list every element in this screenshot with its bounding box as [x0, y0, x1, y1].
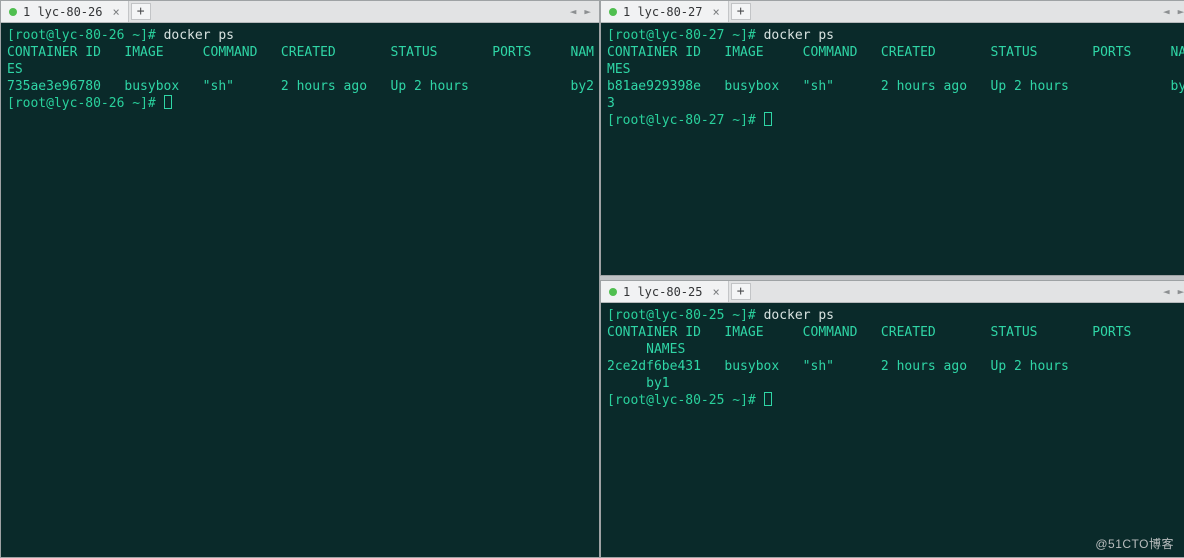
docker-ps-row-wrap: by1 [607, 376, 670, 391]
docker-ps-row: b81ae929398e busybox "sh" 2 hours ago Up… [607, 79, 1184, 94]
prompt-user: [root@lyc-80-27 ~]# [607, 113, 756, 128]
status-dot-icon [609, 288, 617, 296]
tab-title: 1 lyc-80-27 [623, 5, 702, 19]
right-column: 1 lyc-80-27 × + ◄ ► [root@lyc-80-27 ~]# … [600, 0, 1184, 558]
prompt-user: [root@lyc-80-25 ~]# [607, 393, 756, 408]
watermark: @51CTO博客 [1095, 535, 1174, 552]
pane-lyc-80-25: 1 lyc-80-25 × + ◄ ► [root@lyc-80-25 ~]# … [600, 280, 1184, 558]
command-text: docker ps [164, 28, 234, 43]
close-icon[interactable]: × [712, 5, 719, 19]
tab-nav: ◄ ► [1155, 281, 1184, 302]
nav-prev-icon[interactable]: ◄ [1163, 5, 1170, 18]
docker-ps-header-wrap: ES [7, 62, 23, 77]
pane-lyc-80-27: 1 lyc-80-27 × + ◄ ► [root@lyc-80-27 ~]# … [600, 0, 1184, 276]
tab-bar: 1 lyc-80-26 × + ◄ ► [1, 1, 599, 23]
nav-next-icon[interactable]: ► [1178, 285, 1184, 298]
close-icon[interactable]: × [112, 5, 119, 19]
docker-ps-row-wrap: 3 [607, 96, 615, 111]
close-icon[interactable]: × [712, 285, 719, 299]
terminal-lyc-80-27[interactable]: [root@lyc-80-27 ~]# docker ps CONTAINER … [601, 23, 1184, 275]
add-tab-button[interactable]: + [131, 3, 151, 20]
cursor-icon [164, 95, 172, 109]
docker-ps-header: CONTAINER ID IMAGE COMMAND CREATED STATU… [607, 45, 1184, 60]
tab-bar: 1 lyc-80-25 × + ◄ ► [601, 281, 1184, 303]
nav-prev-icon[interactable]: ◄ [1163, 285, 1170, 298]
nav-next-icon[interactable]: ► [1178, 5, 1184, 18]
tab-title: 1 lyc-80-25 [623, 285, 702, 299]
left-column: 1 lyc-80-26 × + ◄ ► [root@lyc-80-26 ~]# … [0, 0, 600, 558]
prompt-user: [root@lyc-80-25 ~]# [607, 308, 756, 323]
terminal-lyc-80-25[interactable]: [root@lyc-80-25 ~]# docker ps CONTAINER … [601, 303, 1184, 557]
prompt-user: [root@lyc-80-26 ~]# [7, 96, 156, 111]
docker-ps-header: CONTAINER ID IMAGE COMMAND CREATED STATU… [7, 45, 594, 60]
cursor-icon [764, 112, 772, 126]
command-text: docker ps [764, 308, 834, 323]
tab-lyc-80-26[interactable]: 1 lyc-80-26 × [1, 1, 129, 22]
add-tab-button[interactable]: + [731, 3, 751, 20]
prompt-user: [root@lyc-80-27 ~]# [607, 28, 756, 43]
command-text: docker ps [764, 28, 834, 43]
plus-icon: + [737, 4, 745, 19]
cursor-icon [764, 392, 772, 406]
nav-prev-icon[interactable]: ◄ [570, 5, 577, 18]
docker-ps-header: CONTAINER ID IMAGE COMMAND CREATED STATU… [607, 325, 1131, 340]
prompt-user: [root@lyc-80-26 ~]# [7, 28, 156, 43]
status-dot-icon [609, 8, 617, 16]
plus-icon: + [137, 4, 145, 19]
status-dot-icon [9, 8, 17, 16]
docker-ps-header-wrap: NAMES [607, 342, 685, 357]
plus-icon: + [737, 284, 745, 299]
docker-ps-header-wrap: MES [607, 62, 630, 77]
docker-ps-row: 2ce2df6be431 busybox "sh" 2 hours ago Up… [607, 359, 1069, 374]
terminal-lyc-80-26[interactable]: [root@lyc-80-26 ~]# docker ps CONTAINER … [1, 23, 599, 557]
tab-bar: 1 lyc-80-27 × + ◄ ► [601, 1, 1184, 23]
workspace: 1 lyc-80-26 × + ◄ ► [root@lyc-80-26 ~]# … [0, 0, 1184, 558]
tab-title: 1 lyc-80-26 [23, 5, 102, 19]
pane-lyc-80-26: 1 lyc-80-26 × + ◄ ► [root@lyc-80-26 ~]# … [0, 0, 600, 558]
add-tab-button[interactable]: + [731, 283, 751, 300]
tab-nav: ◄ ► [1155, 1, 1184, 22]
tab-lyc-80-25[interactable]: 1 lyc-80-25 × [601, 281, 729, 302]
tab-nav: ◄ ► [562, 1, 599, 22]
nav-next-icon[interactable]: ► [584, 5, 591, 18]
tab-lyc-80-27[interactable]: 1 lyc-80-27 × [601, 1, 729, 22]
docker-ps-row: 735ae3e96780 busybox "sh" 2 hours ago Up… [7, 79, 594, 94]
